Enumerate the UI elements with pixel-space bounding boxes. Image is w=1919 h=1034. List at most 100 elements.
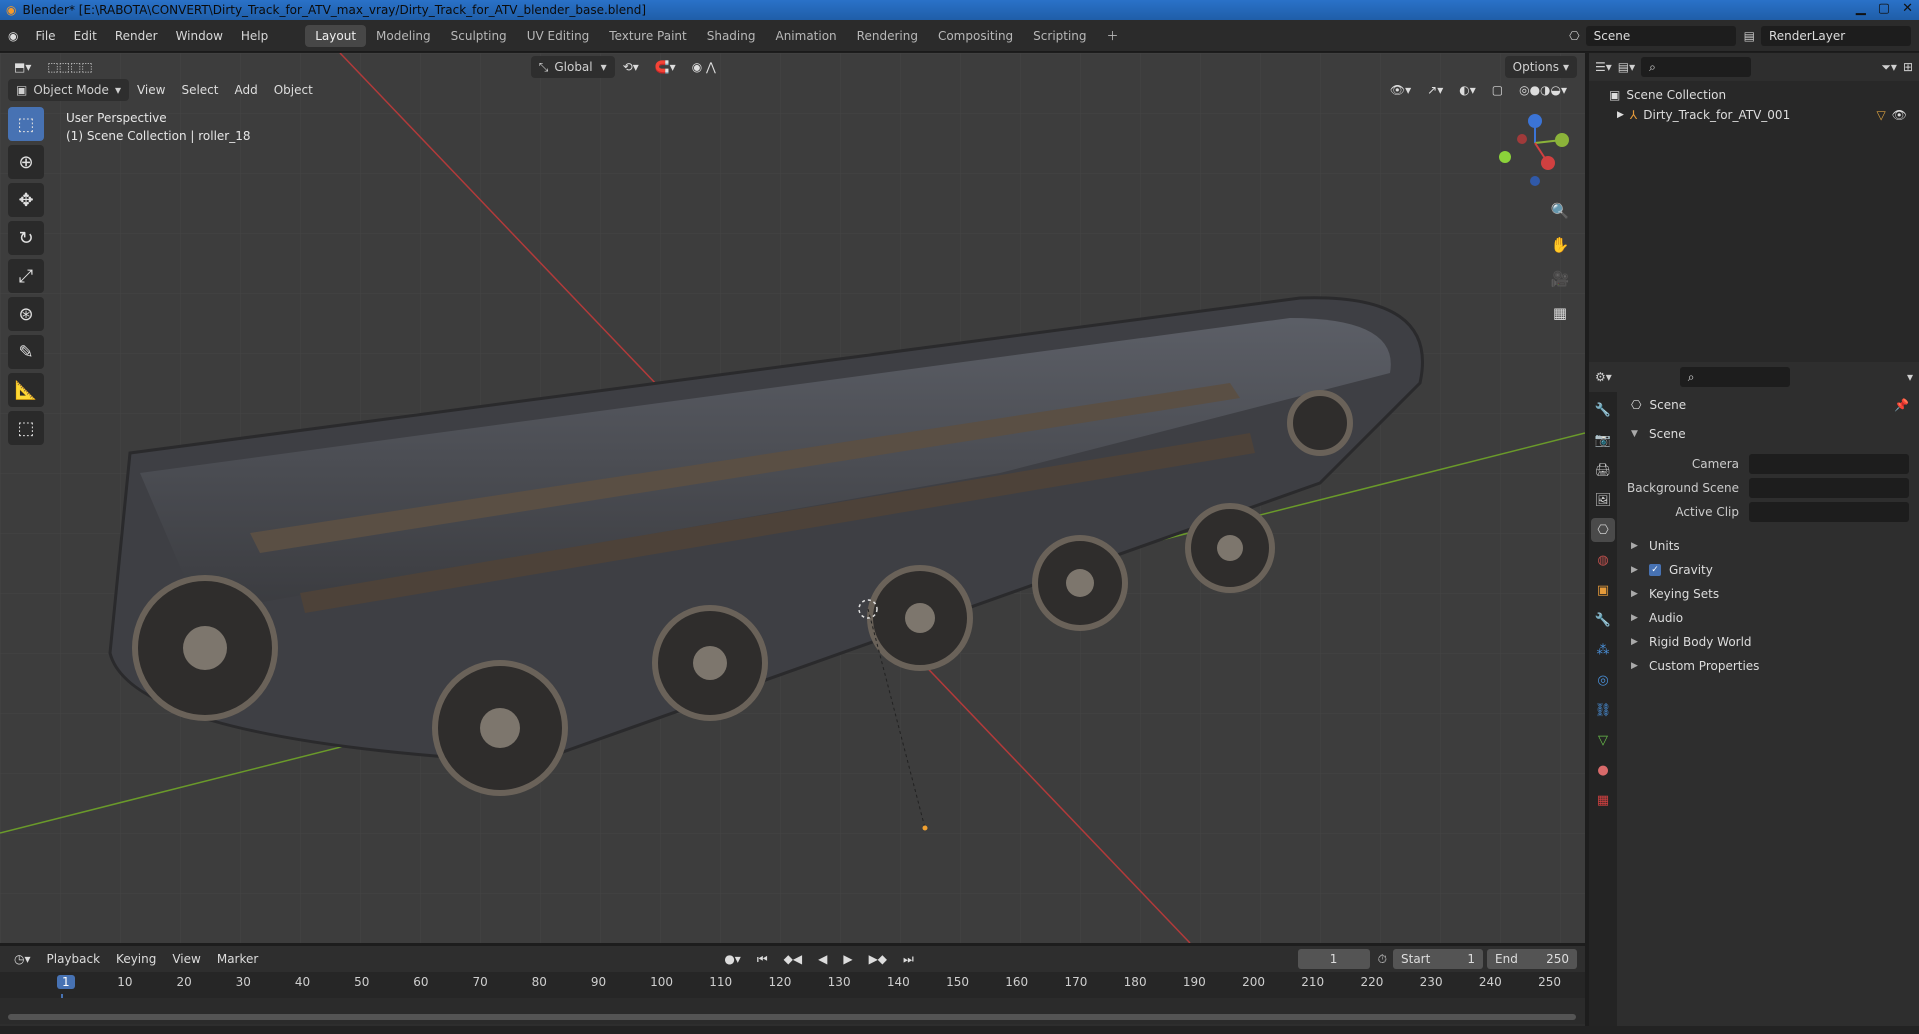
menu-window[interactable]: Window	[167, 25, 232, 47]
material-tab-icon[interactable]: ●	[1591, 758, 1615, 782]
panel-gravity[interactable]: ▶ ✓ Gravity	[1619, 558, 1917, 582]
ortho-grid-icon[interactable]: ▦	[1547, 300, 1573, 326]
jump-start-icon[interactable]: ⏮	[749, 949, 776, 969]
properties-editor-icon[interactable]: ⚙▾	[1595, 370, 1612, 384]
3d-viewport[interactable]: ⬒▾ ⬚⬚⬚⬚ ⤡ Global ▾ ⟲▾ 🧲▾ ◉ ⋀ Options ▾ ▣…	[0, 53, 1585, 943]
chevron-down-icon[interactable]: ▾	[1907, 370, 1913, 384]
pan-hand-icon[interactable]: ✋	[1547, 232, 1573, 258]
measure-tool-icon[interactable]: 📐	[8, 373, 44, 407]
panel-rigid-body-world[interactable]: ▶ Rigid Body World	[1619, 630, 1917, 654]
timeline-editor-icon[interactable]: ◷▾	[6, 949, 39, 969]
panel-scene-header[interactable]: ▼ Scene	[1619, 422, 1917, 446]
menu-file[interactable]: File	[26, 25, 64, 47]
tab-texture-paint[interactable]: Texture Paint	[599, 25, 696, 47]
tab-compositing[interactable]: Compositing	[928, 25, 1023, 47]
menu-help[interactable]: Help	[232, 25, 277, 47]
constraints-tab-icon[interactable]: ⛓	[1591, 698, 1615, 722]
select-mode-icon[interactable]: ⬚⬚⬚⬚	[39, 57, 100, 77]
filter-icon[interactable]: ⏷▾	[1881, 60, 1897, 75]
viewport-menu-view[interactable]: View	[129, 80, 173, 100]
active-clip-field[interactable]	[1749, 502, 1909, 522]
next-keyframe-icon[interactable]: ▶◆	[861, 949, 895, 969]
tab-animation[interactable]: Animation	[765, 25, 846, 47]
stopwatch-icon[interactable]: ⏱	[1378, 952, 1387, 967]
shading-modes-icon[interactable]: ◎●◑◒▾	[1511, 80, 1575, 100]
pivot-icon[interactable]: ⟲▾	[615, 57, 647, 77]
add-workspace-icon[interactable]: ＋	[1097, 25, 1129, 47]
properties-search-input[interactable]: ⌕	[1679, 367, 1790, 387]
pin-icon[interactable]: 📌	[1894, 398, 1909, 412]
blender-menu-icon[interactable]: ◉	[0, 29, 26, 43]
select-tool-icon[interactable]: ⬚	[8, 107, 44, 141]
jump-end-icon[interactable]: ⏭	[895, 949, 922, 969]
add-cube-tool-icon[interactable]: ⬚	[8, 411, 44, 445]
tab-scripting[interactable]: Scripting	[1023, 25, 1096, 47]
outliner-scene-collection[interactable]: ▣ Scene Collection	[1589, 85, 1919, 105]
expand-chevron-icon[interactable]: ▶	[1617, 105, 1624, 125]
scene-selector[interactable]: Scene	[1585, 25, 1736, 46]
timeline-menu-marker[interactable]: Marker	[209, 949, 266, 969]
maximize-icon[interactable]: ▢	[1878, 1, 1890, 16]
view-layer-tab-icon[interactable]: 🖼	[1591, 488, 1615, 512]
play-reverse-icon[interactable]: ◀	[810, 949, 835, 969]
display-mode-icon[interactable]: ▤▾	[1618, 60, 1635, 74]
camera-view-icon[interactable]: 🎥	[1547, 266, 1573, 292]
timeline-tracks[interactable]	[0, 998, 1585, 1024]
panel-custom-properties[interactable]: ▶ Custom Properties	[1619, 654, 1917, 678]
viewport-canvas[interactable]	[0, 53, 1585, 943]
timeline-menu-view[interactable]: View	[164, 949, 208, 969]
minimize-icon[interactable]: ▁	[1856, 1, 1866, 16]
tool-tab-icon[interactable]: 🔧	[1591, 398, 1615, 422]
particles-tab-icon[interactable]: ⁂	[1591, 638, 1615, 662]
output-tab-icon[interactable]: 🖨	[1591, 458, 1615, 482]
play-icon[interactable]: ▶	[835, 949, 860, 969]
tab-shading[interactable]: Shading	[697, 25, 766, 47]
options-button[interactable]: Options ▾	[1504, 56, 1577, 78]
panel-units[interactable]: ▶ Units	[1619, 534, 1917, 558]
move-tool-icon[interactable]: ✥	[8, 183, 44, 217]
panel-audio[interactable]: ▶ Audio	[1619, 606, 1917, 630]
annotate-tool-icon[interactable]: ✎	[8, 335, 44, 369]
tab-uv-editing[interactable]: UV Editing	[517, 25, 600, 47]
transform-orientation[interactable]: ⤡ Global ▾	[530, 56, 615, 78]
background-scene-field[interactable]	[1749, 478, 1909, 498]
texture-tab-icon[interactable]: ▦	[1591, 788, 1615, 812]
current-frame-field[interactable]: 1	[1297, 949, 1370, 969]
cursor-tool-icon[interactable]: ⊕	[8, 145, 44, 179]
timeline-scrollbar[interactable]	[8, 1014, 1576, 1020]
visibility-icon[interactable]: 👁▾	[1382, 80, 1419, 100]
viewport-menu-select[interactable]: Select	[173, 80, 226, 100]
record-icon[interactable]: ●▾	[716, 949, 749, 969]
end-frame-field[interactable]: End 250	[1487, 949, 1577, 969]
overlay-icon[interactable]: ◐▾	[1451, 80, 1484, 100]
physics-tab-icon[interactable]: ◎	[1591, 668, 1615, 692]
world-tab-icon[interactable]: ◍	[1591, 548, 1615, 572]
zoom-icon[interactable]: 🔍	[1547, 198, 1573, 224]
viewport-menu-add[interactable]: Add	[226, 80, 265, 100]
modifier-tab-icon[interactable]: 🔧	[1591, 608, 1615, 632]
tab-modeling[interactable]: Modeling	[366, 25, 441, 47]
outliner-item[interactable]: ▶ ⅄ Dirty_Track_for_ATV_001 ▽ 👁	[1589, 105, 1919, 125]
gravity-checkbox[interactable]: ✓	[1649, 564, 1661, 576]
scale-tool-icon[interactable]: ⤢	[8, 259, 44, 293]
gizmo-icon[interactable]: ↗▾	[1419, 80, 1451, 100]
prev-keyframe-icon[interactable]: ◆◀	[776, 949, 810, 969]
transform-tool-icon[interactable]: ⊛	[8, 297, 44, 331]
menu-render[interactable]: Render	[106, 25, 167, 47]
render-tab-icon[interactable]: 📷	[1591, 428, 1615, 452]
tab-layout[interactable]: Layout	[305, 24, 367, 47]
object-tab-icon[interactable]: ▣	[1591, 578, 1615, 602]
menu-edit[interactable]: Edit	[65, 25, 106, 47]
camera-field[interactable]	[1749, 454, 1909, 474]
renderlayer-selector[interactable]: RenderLayer	[1761, 25, 1911, 46]
editor-type-icon[interactable]: ⬒▾	[6, 57, 39, 77]
panel-keying-sets[interactable]: ▶ Keying Sets	[1619, 582, 1917, 606]
outliner-editor-icon[interactable]: ☰▾	[1595, 60, 1612, 74]
proportional-edit-icon[interactable]: ◉ ⋀	[684, 57, 724, 77]
timeline-menu-playback[interactable]: Playback	[39, 949, 109, 969]
timeline-menu-keying[interactable]: Keying	[108, 949, 164, 969]
new-collection-icon[interactable]: ⊞	[1903, 60, 1913, 74]
data-tab-icon[interactable]: ▽	[1591, 728, 1615, 752]
tab-rendering[interactable]: Rendering	[847, 25, 928, 47]
timeline-ruler[interactable]: 1 10 20 30 40 50 60 70 80 90 100 110 120 130 140 150 160…	[0, 972, 1585, 1024]
